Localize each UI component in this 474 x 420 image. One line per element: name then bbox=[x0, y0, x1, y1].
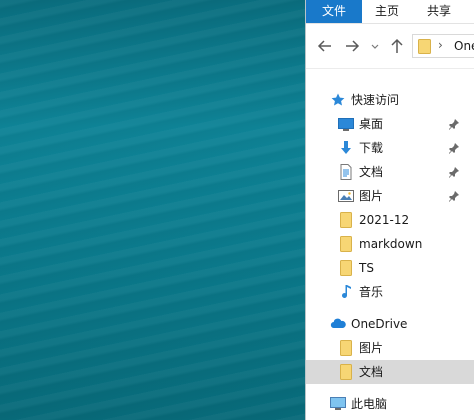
download-icon bbox=[338, 140, 354, 156]
pin-icon[interactable] bbox=[448, 166, 460, 178]
folder-icon bbox=[338, 236, 354, 252]
pin-icon[interactable] bbox=[448, 118, 460, 130]
file-explorer-window: 文件 主页 共享 › OneDrive 快速访问 bbox=[305, 0, 474, 420]
navigation-bar: › OneDrive bbox=[306, 24, 474, 69]
tree-item-label: 此电脑 bbox=[351, 397, 388, 411]
pin-icon[interactable] bbox=[448, 142, 460, 154]
tree-item-label: 文档 bbox=[359, 165, 384, 179]
pictures-icon bbox=[338, 188, 354, 204]
tree-item-onedrive[interactable]: OneDrive bbox=[306, 312, 474, 336]
folder-icon bbox=[338, 212, 354, 228]
tab-home[interactable]: 主页 bbox=[370, 0, 404, 23]
folder-icon bbox=[418, 39, 431, 54]
computer-icon bbox=[330, 396, 346, 412]
tab-share[interactable]: 共享 bbox=[422, 0, 456, 23]
tree-item-ts[interactable]: TS bbox=[306, 256, 474, 280]
tree-item-label: 下载 bbox=[359, 141, 384, 155]
folder-icon bbox=[338, 260, 354, 276]
forward-arrow-icon[interactable] bbox=[343, 37, 361, 55]
tree-item-label: 图片 bbox=[359, 189, 384, 203]
folder-icon bbox=[338, 364, 354, 380]
up-arrow-icon[interactable] bbox=[388, 37, 406, 55]
address-bar[interactable]: › OneDrive bbox=[412, 34, 474, 58]
document-icon bbox=[338, 164, 354, 180]
cloud-icon bbox=[330, 316, 346, 332]
tree-item-label: 桌面 bbox=[359, 117, 384, 131]
navigation-pane: 快速访问 桌面 下载 文档 图片 2021-12 markdown TS 音乐 … bbox=[306, 69, 474, 420]
tree-item-desktop[interactable]: 桌面 bbox=[306, 112, 474, 136]
tree-item-downloads[interactable]: 下载 bbox=[306, 136, 474, 160]
address-path: OneDrive bbox=[454, 39, 474, 53]
tree-item-label: OneDrive bbox=[351, 317, 408, 331]
desktop-icon bbox=[338, 116, 354, 132]
chevron-right-icon: › bbox=[438, 38, 443, 52]
tree-item-label: 2021-12 bbox=[359, 213, 410, 227]
music-icon bbox=[338, 284, 354, 300]
chevron-down-icon[interactable] bbox=[370, 37, 380, 55]
back-arrow-icon[interactable] bbox=[316, 37, 334, 55]
folder-icon bbox=[338, 340, 354, 356]
tree-item-2021-12[interactable]: 2021-12 bbox=[306, 208, 474, 232]
tree-item-label: TS bbox=[359, 261, 374, 275]
tree-item-music[interactable]: 音乐 bbox=[306, 280, 474, 304]
ribbon-tabs: 文件 主页 共享 bbox=[306, 0, 474, 24]
tree-item-onedrive-pictures[interactable]: 图片 bbox=[306, 336, 474, 360]
tree-item-quick-access[interactable]: 快速访问 bbox=[306, 88, 474, 112]
tree-item-label: markdown bbox=[359, 237, 423, 251]
tree-item-label: 图片 bbox=[359, 341, 384, 355]
tree-item-markdown[interactable]: markdown bbox=[306, 232, 474, 256]
tree-item-onedrive-documents[interactable]: 文档 bbox=[306, 360, 474, 384]
tree-item-documents[interactable]: 文档 bbox=[306, 160, 474, 184]
pin-icon[interactable] bbox=[448, 190, 460, 202]
tree-item-pictures[interactable]: 图片 bbox=[306, 184, 474, 208]
tree-item-this-pc[interactable]: 此电脑 bbox=[306, 392, 474, 416]
tree-item-label: 音乐 bbox=[359, 285, 384, 299]
desktop-background bbox=[0, 0, 305, 420]
star-icon bbox=[330, 92, 346, 108]
tab-file[interactable]: 文件 bbox=[306, 0, 362, 23]
tree-item-label: 快速访问 bbox=[351, 93, 400, 107]
tree-item-label: 文档 bbox=[359, 365, 384, 379]
